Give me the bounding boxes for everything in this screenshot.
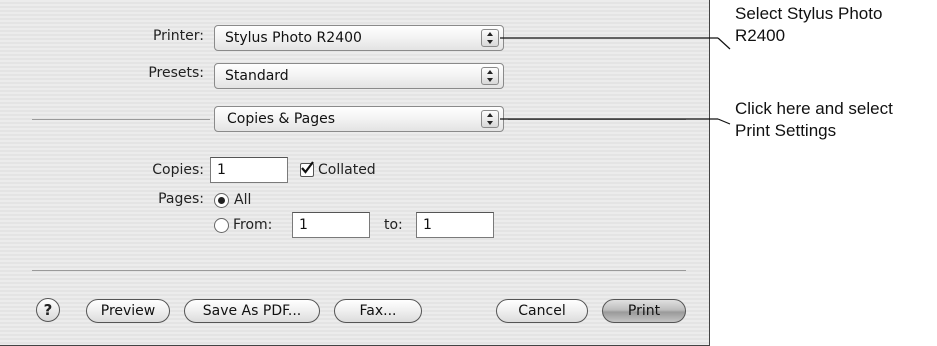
all-pages-radio[interactable]	[214, 193, 229, 208]
from-page-field[interactable]: 1	[292, 212, 370, 238]
printer-callout: Select Stylus Photo R2400	[735, 3, 882, 47]
popup-arrows-icon	[481, 67, 499, 85]
collated-label: Collated	[318, 162, 376, 178]
printer-callout-line-end	[717, 37, 731, 50]
cancel-button[interactable]: Cancel	[496, 299, 588, 323]
separator-bottom	[32, 270, 686, 271]
printer-callout-line1: Select Stylus Photo	[735, 4, 883, 23]
presets-popup[interactable]: Standard	[214, 63, 504, 89]
print-button[interactable]: Print	[602, 299, 686, 323]
popup-arrows-icon	[481, 29, 499, 47]
separator-top-left	[32, 119, 210, 120]
copies-label: Copies:	[152, 162, 204, 178]
panel-callout: Click here and select Print Settings	[735, 98, 893, 142]
all-pages-label: All	[234, 192, 252, 208]
collated-checkbox[interactable]	[300, 161, 314, 177]
pages-label: Pages:	[158, 191, 204, 207]
to-label: to:	[384, 217, 403, 233]
help-icon[interactable]: ?	[36, 298, 60, 322]
fax-button[interactable]: Fax...	[334, 299, 422, 323]
to-page-field[interactable]: 1	[416, 212, 494, 238]
panel-callout-line-end	[717, 118, 731, 125]
from-pages-radio[interactable]	[214, 218, 229, 233]
save-as-pdf-button[interactable]: Save As PDF...	[184, 299, 320, 323]
popup-arrows-icon	[481, 110, 499, 128]
printer-popup[interactable]: Stylus Photo R2400	[214, 25, 504, 51]
presets-value: Standard	[225, 68, 289, 84]
copies-field[interactable]: 1	[210, 157, 288, 183]
print-dialog: Printer: Stylus Photo R2400 Presets: Sta…	[0, 0, 710, 346]
from-label: From:	[233, 217, 273, 233]
separator-top-right	[508, 119, 686, 120]
printer-value: Stylus Photo R2400	[225, 30, 362, 46]
checkmark-icon	[301, 161, 314, 174]
preview-button[interactable]: Preview	[86, 299, 170, 323]
panel-callout-line2: Print Settings	[735, 121, 837, 140]
panel-value: Copies & Pages	[227, 111, 336, 127]
printer-callout-line2: R2400	[735, 26, 786, 45]
panel-popup[interactable]: Copies & Pages	[214, 106, 504, 132]
presets-label: Presets:	[148, 65, 204, 81]
printer-label: Printer:	[152, 28, 204, 44]
panel-callout-line1: Click here and select	[735, 99, 893, 118]
radio-dot-icon	[218, 197, 225, 204]
